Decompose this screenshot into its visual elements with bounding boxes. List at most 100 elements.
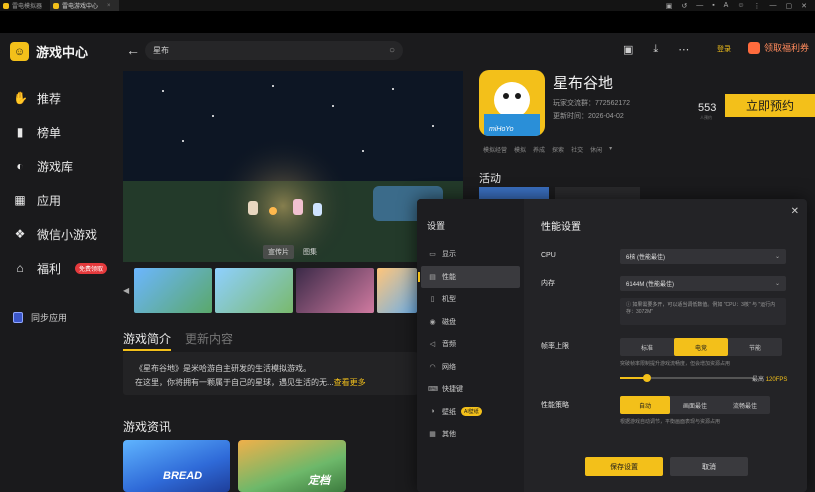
tab-trailer[interactable]: 宣传片 — [263, 245, 294, 259]
gift-icon: ⌂ — [16, 261, 24, 275]
sync-apps-label: 同步应用 — [31, 313, 68, 323]
intro-box: 《星布谷地》是米哈游自主研发的生活模拟游戏。 在这里，你将拥有一颗属于自己的星球… — [123, 352, 418, 395]
settings-item-network[interactable]: ◠ 网络 — [421, 356, 520, 379]
search-input[interactable] — [153, 46, 389, 55]
hero-media[interactable]: 宣传片 图集 — [123, 71, 463, 262]
user-icon[interactable]: ☺ — [737, 2, 744, 10]
fps-max-label: 最高 — [752, 377, 765, 383]
thumbnail[interactable] — [296, 268, 374, 313]
tag[interactable]: 社交 — [571, 145, 583, 154]
fps-slider-handle[interactable] — [642, 374, 651, 382]
sidebar-item-recommend[interactable]: ✋ 推荐 — [13, 81, 107, 115]
tag[interactable]: 模拟经营 — [483, 145, 507, 154]
free-badge: 免费领取 — [75, 262, 108, 274]
game-icon: miHoYo — [479, 70, 545, 136]
settings-item-label: 显示 — [442, 251, 456, 259]
sync-apps[interactable]: 同步应用 — [13, 311, 67, 324]
calendar-icon[interactable]: ▣ — [623, 43, 633, 56]
search-icon[interactable]: ○ — [389, 45, 395, 56]
settings-item-hotkeys[interactable]: ⌨ 快捷键 — [421, 378, 520, 401]
tag[interactable]: 模拟 — [514, 145, 526, 154]
strategy-option-auto[interactable]: 自动 — [620, 396, 670, 414]
tab-intro[interactable]: 游戏简介 — [123, 330, 172, 351]
close-icon[interactable]: ✕ — [791, 206, 799, 217]
settings-item-disk[interactable]: ◉ 磁盘 — [421, 311, 520, 334]
strategy-option-quality[interactable]: 画面最佳 — [670, 396, 720, 414]
settings-item-other[interactable]: ▦ 其他 — [421, 423, 520, 446]
app-icon[interactable]: ▪ — [712, 2, 714, 10]
tab-close-icon[interactable]: × — [107, 3, 111, 9]
settings-item-audio[interactable]: ◁ 音频 — [421, 333, 520, 356]
hero-tabs: 宣传片 图集 — [263, 245, 322, 259]
thumbnail[interactable] — [134, 268, 212, 313]
activity-card[interactable] — [479, 187, 549, 199]
download-icon[interactable]: ⤓ — [653, 43, 658, 56]
thumbnail[interactable] — [215, 268, 293, 313]
tab-game-center-label: 雷电游戏中心 — [62, 4, 99, 10]
activity-card[interactable] — [555, 187, 640, 199]
close-window-icon[interactable]: ✕ — [801, 2, 807, 10]
icon-watermark: miHoYo — [489, 126, 514, 133]
fps-option-standard[interactable]: 标准 — [620, 338, 674, 356]
tab-game-center[interactable]: 雷电游戏中心 × — [50, 0, 119, 11]
strategy-option-smooth[interactable]: 流畅最佳 — [720, 396, 770, 414]
tab-gallery[interactable]: 图集 — [298, 245, 322, 259]
fps-slider[interactable] — [620, 374, 754, 382]
memory-value: 6144M (性能最佳) — [626, 282, 675, 288]
tag[interactable]: 探索 — [552, 145, 564, 154]
login-link[interactable]: 登录 — [717, 44, 731, 54]
coupon-icon — [748, 41, 760, 54]
fps-value-text: 120FPS — [765, 377, 788, 383]
grid-icon: ▦ — [429, 431, 436, 439]
refresh-icon[interactable]: ↺ — [681, 2, 687, 10]
tag[interactable]: 休闲 — [590, 145, 602, 154]
settings-item-model[interactable]: ▯ 机型 — [421, 288, 520, 311]
sidebar-item-mini-games[interactable]: ❖ 微信小游戏 — [13, 217, 107, 251]
phone-icon — [13, 312, 23, 323]
strategy-note: 根据游戏自动调节，平衡画面表现与资源占用 — [620, 419, 721, 425]
ai-wallpaper-badge: AI壁纸 — [461, 407, 482, 417]
qq-group[interactable]: 玩家交流群：772562172 — [553, 98, 630, 108]
reserve-count: 553 — [698, 102, 717, 114]
chevron-left-icon[interactable]: ◀ — [123, 286, 131, 295]
menu-icon[interactable]: ⋮ — [754, 2, 761, 10]
translate-icon[interactable]: A — [724, 2, 729, 10]
intro-line-2: 在这里，你将拥有一颗属于自己的星球，遇见生活的无...查看更多 — [135, 376, 406, 390]
thumbnail[interactable] — [377, 268, 417, 313]
sidebar-item-welfare[interactable]: ⌂ 福利 免费领取 — [13, 251, 108, 285]
news-caption: 定档 — [308, 475, 330, 487]
intro-line-text: 在这里，你将拥有一颗属于自己的星球，遇见生活的无... — [135, 378, 334, 387]
cancel-button[interactable]: 取消 — [670, 457, 748, 476]
minimize-icon[interactable]: — — [770, 2, 777, 10]
news-card[interactable]: BREAD — [123, 440, 230, 492]
sidebar-item-library[interactable]: ◐ 游戏库 — [13, 149, 107, 183]
more-icon[interactable]: ⋯ — [678, 43, 689, 56]
sidebar-item-apps[interactable]: ▦ 应用 — [13, 183, 107, 217]
save-button[interactable]: 保存设置 — [585, 457, 663, 476]
welfare-coupon-button[interactable]: 领取福利券 — [748, 41, 809, 54]
strategy-segmented: 自动 画面最佳 流畅最佳 — [620, 396, 770, 414]
game-title: 星布谷地 — [553, 75, 614, 92]
memory-select[interactable]: 6144M (性能最佳) ⌄ — [620, 276, 786, 291]
tab-emulator[interactable]: 雷电模拟器 — [0, 0, 50, 11]
tab-update[interactable]: 更新内容 — [185, 330, 233, 351]
disk-icon: ◉ — [429, 318, 436, 326]
settings-item-wallpaper[interactable]: ◑ 壁纸 AI壁纸 — [421, 401, 520, 424]
reserve-button[interactable]: 立即预约 — [725, 94, 815, 117]
settings-item-performance[interactable]: ▤ 性能 — [418, 265, 520, 288]
maximize-icon[interactable]: ▢ — [786, 2, 793, 10]
view-more-link[interactable]: 查看更多 — [334, 378, 366, 387]
cpu-select[interactable]: 6核 (性能最佳) ⌄ — [620, 249, 786, 264]
news-card[interactable]: 定档 — [238, 440, 346, 492]
screenshot-icon[interactable]: ▣ — [666, 2, 673, 10]
fps-option-esports[interactable]: 电竞 — [674, 338, 728, 356]
back-arrow-icon[interactable]: ← — [126, 42, 140, 58]
fps-option-eco[interactable]: 节能 — [728, 338, 782, 356]
tag[interactable]: 养成 — [533, 145, 545, 154]
update-date: 更新时间：2026-04-02 — [553, 113, 624, 120]
settings-item-display[interactable]: ▭ 显示 — [421, 243, 520, 266]
wifi-icon: ◠ — [429, 363, 436, 371]
intro-line: 《星布谷地》是米哈游自主研发的生活模拟游戏。 — [135, 364, 311, 373]
chevron-down-icon[interactable]: ▾ — [609, 145, 612, 154]
sidebar-item-ranking[interactable]: ▮ 榜单 — [13, 115, 107, 149]
